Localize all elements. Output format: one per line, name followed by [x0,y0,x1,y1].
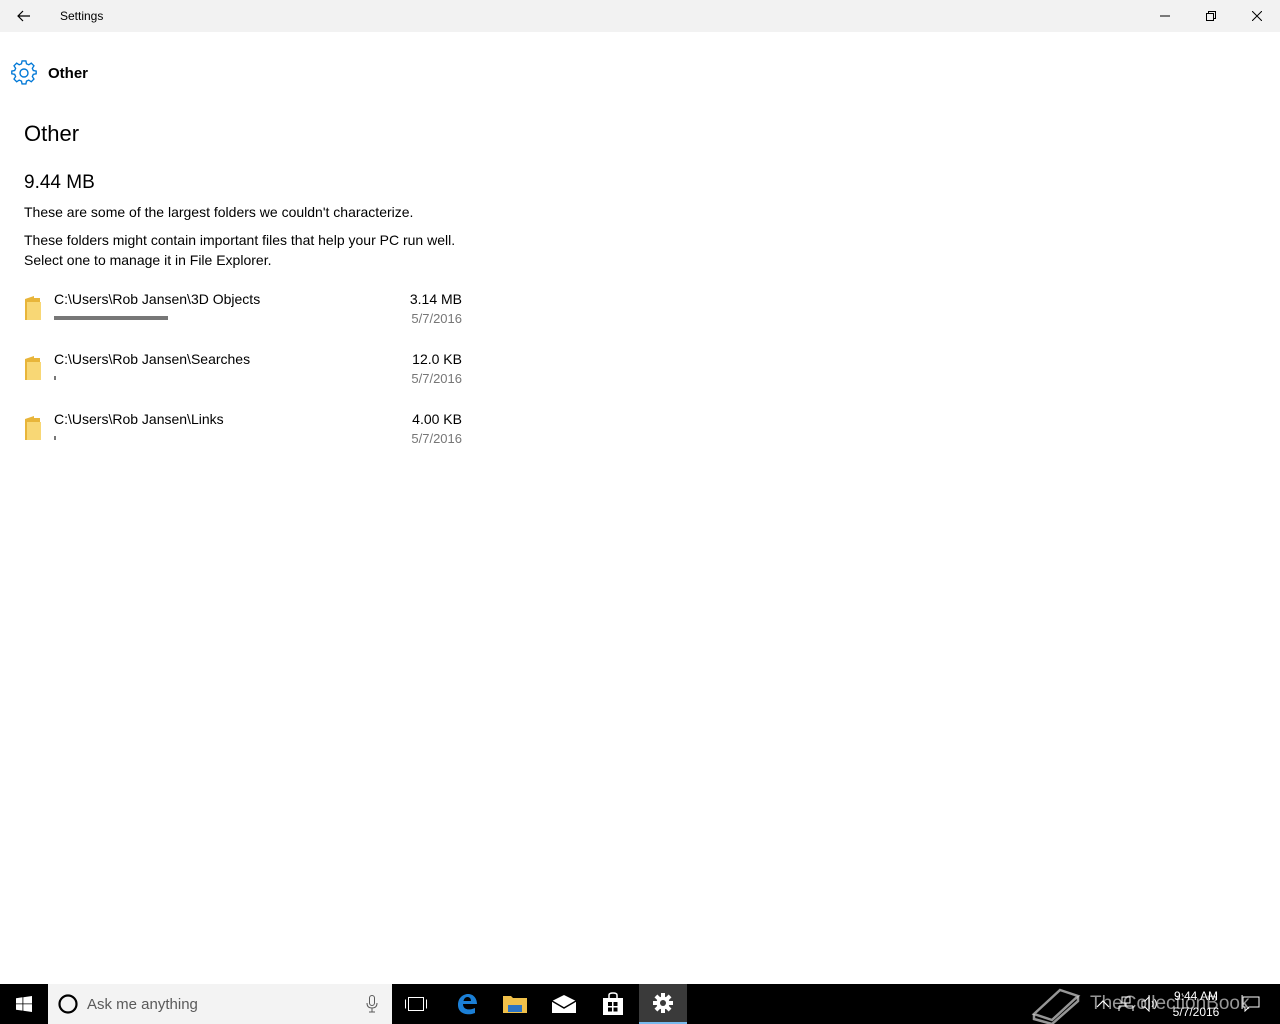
total-size: 9.44 MB [24,172,95,193]
folder-row[interactable]: C:\Users\Rob Jansen\3D Objects 3.14 MB 5… [24,289,464,349]
taskbar: Ask me anything TheCollectionBook 9:44 A… [0,984,1280,1024]
clock-date: 5/7/2016 [1172,1005,1220,1019]
page-header: Other [11,59,88,87]
settings-icon [653,993,673,1013]
taskbar-clock[interactable]: 9:44 AM 5/7/2016 [1168,988,1224,1020]
store-button[interactable] [589,984,637,1024]
start-button[interactable] [0,984,48,1024]
restore-button[interactable] [1188,0,1234,32]
folder-list: C:\Users\Rob Jansen\3D Objects 3.14 MB 5… [24,289,464,469]
microphone-icon[interactable] [366,995,378,1013]
task-view-button[interactable] [392,984,440,1024]
usage-bar [54,376,354,380]
mail-icon [551,995,577,1013]
close-icon [1252,11,1262,21]
task-view-icon [405,997,427,1011]
folder-path: C:\Users\Rob Jansen\Searches [54,351,251,367]
cortana-icon [58,994,78,1014]
book-icon [1031,988,1081,1024]
volume-icon[interactable] [1141,996,1159,1012]
store-icon [603,992,623,1015]
back-button[interactable] [0,0,48,32]
edge-button[interactable] [443,984,491,1024]
folder-size: 3.14 MB [409,291,462,307]
minimize-icon [1160,15,1170,17]
page-header-label: Other [48,64,89,82]
main-content: Other 9.44 MB These are some of the larg… [24,118,464,270]
folder-icon [25,416,41,440]
gear-icon [11,60,37,85]
settings-taskbar-button[interactable] [639,984,687,1024]
folder-date: 5/7/2016 [411,431,462,446]
minimize-button[interactable] [1142,0,1188,32]
edge-icon [458,994,477,1015]
folder-path: C:\Users\Rob Jansen\Links [54,411,224,427]
clock-time: 9:44 AM [1173,989,1219,1003]
window-controls [1142,0,1280,32]
help-text: These folders might contain important fi… [24,232,456,268]
restore-icon [1206,11,1216,21]
folder-icon [25,356,41,380]
usage-bar [54,436,354,440]
close-button[interactable] [1234,0,1280,32]
chevron-up-icon[interactable] [1096,999,1110,1009]
cortana-search-box[interactable]: Ask me anything [48,984,392,1024]
title-bar: Settings [0,0,1280,32]
description-text: These are some of the largest folders we… [24,204,414,220]
page-title: Other [24,121,80,146]
folder-size: 4.00 KB [412,411,462,427]
window-title: Settings [60,9,104,23]
usage-bar [54,316,354,320]
action-center-icon[interactable] [1242,996,1260,1012]
folder-row[interactable]: C:\Users\Rob Jansen\Searches 12.0 KB 5/7… [24,349,464,409]
folder-date: 5/7/2016 [411,311,462,326]
usage-bar-fill [54,316,168,320]
folder-icon [25,296,41,320]
network-icon[interactable] [1117,996,1135,1012]
windows-logo-icon [16,996,32,1012]
usage-bar-fill [54,376,56,380]
file-explorer-button[interactable] [491,984,539,1024]
back-arrow-icon [17,10,30,22]
usage-bar-fill [54,436,56,440]
folder-row[interactable]: C:\Users\Rob Jansen\Links 4.00 KB 5/7/20… [24,409,464,469]
folder-path: C:\Users\Rob Jansen\3D Objects [54,291,261,307]
file-explorer-icon [503,996,527,1013]
folder-size: 12.0 KB [412,351,462,367]
search-placeholder: Ask me anything [87,995,198,1013]
folder-date: 5/7/2016 [411,371,462,386]
mail-button[interactable] [540,984,588,1024]
